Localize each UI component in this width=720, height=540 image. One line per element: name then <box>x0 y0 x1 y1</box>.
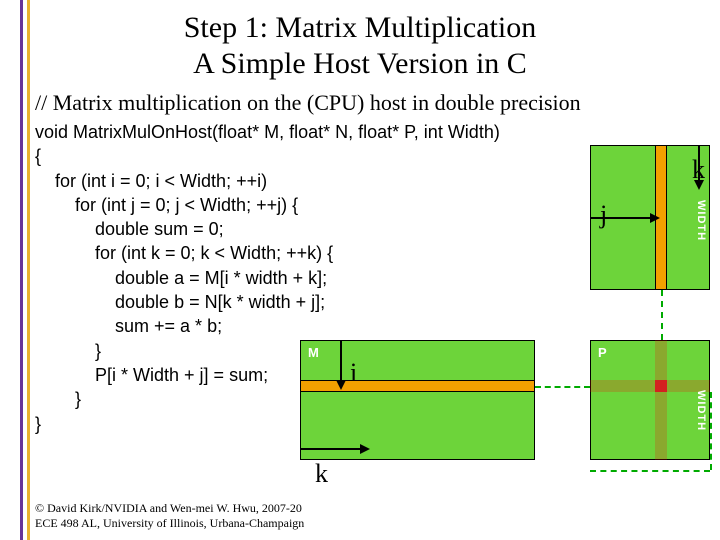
code-line: for (int j = 0; j < Width; ++j) { <box>35 195 298 215</box>
footer-line-2: ECE 498 AL, University of Illinois, Urba… <box>35 516 304 530</box>
arrow-k-m <box>300 448 360 450</box>
width-label-p: WIDTH <box>625 487 666 499</box>
code-line: for (int i = 0; i < Width; ++i) <box>35 171 267 191</box>
footer: © David Kirk/NVIDIA and Wen-mei W. Hwu, … <box>35 501 304 530</box>
code-line: P[i * Width + j] = sum; <box>35 365 268 385</box>
code-line: for (int k = 0; k < Width; ++k) { <box>35 243 333 263</box>
slide-title: Step 1: Matrix Multiplication A Simple H… <box>0 0 720 82</box>
slide-accent-gold <box>27 0 30 540</box>
code-line: double sum = 0; <box>35 219 224 239</box>
dash-line <box>590 470 710 472</box>
code-block: void MatrixMulOnHost(float* M, float* N,… <box>35 120 720 436</box>
code-line: void MatrixMulOnHost(float* M, float* N,… <box>35 122 500 142</box>
width-label-m: WIDTH <box>400 487 441 499</box>
code-line: double a = M[i * width + k]; <box>35 268 327 288</box>
title-line-1: Step 1: Matrix Multiplication <box>184 11 536 44</box>
code-line: } <box>35 414 41 434</box>
code-line: double b = N[k * width + j]; <box>35 292 325 312</box>
code-line: sum += a * b; <box>35 316 222 336</box>
code-line: } <box>35 341 101 361</box>
slide-accent-purple <box>20 0 23 540</box>
footer-line-1: © David Kirk/NVIDIA and Wen-mei W. Hwu, … <box>35 501 302 515</box>
code-line: { <box>35 146 41 166</box>
code-comment: // Matrix multiplication on the (CPU) ho… <box>35 90 720 116</box>
code-line: } <box>35 389 81 409</box>
index-k-bottom: k <box>315 459 328 489</box>
title-line-2: A Simple Host Version in C <box>193 47 527 80</box>
arrow-k-m-head <box>360 444 370 454</box>
